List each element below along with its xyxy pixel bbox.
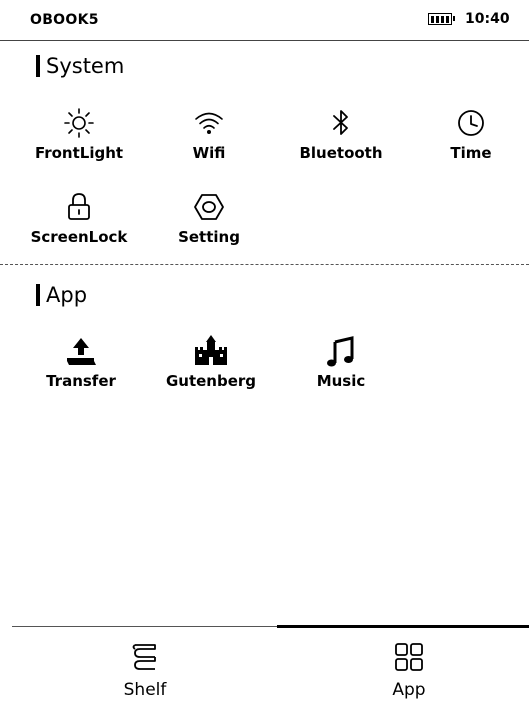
gutenberg-button[interactable]: Gutenberg bbox=[156, 334, 266, 390]
transfer-label: Transfer bbox=[46, 372, 116, 390]
time-button[interactable]: Time bbox=[416, 106, 526, 162]
wifi-button[interactable]: Wifi bbox=[154, 106, 264, 162]
section-title-app: App bbox=[36, 283, 87, 307]
music-note-icon bbox=[327, 336, 354, 367]
active-tab-indicator bbox=[277, 625, 529, 628]
device-name: OBOOK5 bbox=[30, 12, 99, 28]
tab-shelf-label: Shelf bbox=[123, 680, 167, 700]
music-button[interactable]: Music bbox=[286, 334, 396, 390]
section-marker bbox=[36, 284, 40, 306]
battery-icon bbox=[428, 13, 455, 25]
section-marker bbox=[36, 55, 40, 77]
tab-shelf[interactable]: Shelf bbox=[85, 640, 205, 700]
gutenberg-label: Gutenberg bbox=[165, 372, 257, 390]
upload-tray-icon bbox=[67, 338, 96, 365]
section-divider bbox=[0, 264, 529, 265]
books-icon bbox=[132, 644, 156, 670]
screenlock-label: ScreenLock bbox=[30, 228, 128, 246]
screenlock-button[interactable]: ScreenLock bbox=[24, 190, 134, 246]
time-label: Time bbox=[450, 144, 492, 162]
grid-icon bbox=[395, 643, 423, 671]
transfer-button[interactable]: Transfer bbox=[26, 334, 136, 390]
setting-button[interactable]: Setting bbox=[154, 190, 264, 246]
lock-icon bbox=[68, 193, 90, 220]
castle-icon bbox=[195, 335, 227, 365]
wifi-icon bbox=[195, 112, 223, 134]
section-title-app-text: App bbox=[46, 283, 88, 307]
frontlight-label: FrontLight bbox=[34, 144, 124, 162]
status-bar: OBOOK5 10:40 bbox=[0, 0, 529, 41]
tab-app[interactable]: App bbox=[349, 640, 469, 700]
clock-time: 10:40 bbox=[465, 11, 510, 27]
sun-icon bbox=[64, 108, 94, 138]
clock-icon bbox=[458, 110, 484, 136]
wifi-label: Wifi bbox=[192, 144, 226, 162]
bluetooth-icon bbox=[333, 110, 348, 135]
section-title-system-text: System bbox=[46, 54, 125, 78]
tab-app-label: App bbox=[392, 680, 426, 700]
bluetooth-label: Bluetooth bbox=[299, 144, 383, 162]
nav-separator bbox=[12, 626, 277, 627]
section-title-system: System bbox=[36, 54, 124, 78]
frontlight-button[interactable]: FrontLight bbox=[24, 106, 134, 162]
setting-label: Setting bbox=[178, 228, 240, 246]
bluetooth-button[interactable]: Bluetooth bbox=[286, 106, 396, 162]
hexagon-gear-icon bbox=[194, 194, 224, 220]
music-label: Music bbox=[316, 372, 366, 390]
